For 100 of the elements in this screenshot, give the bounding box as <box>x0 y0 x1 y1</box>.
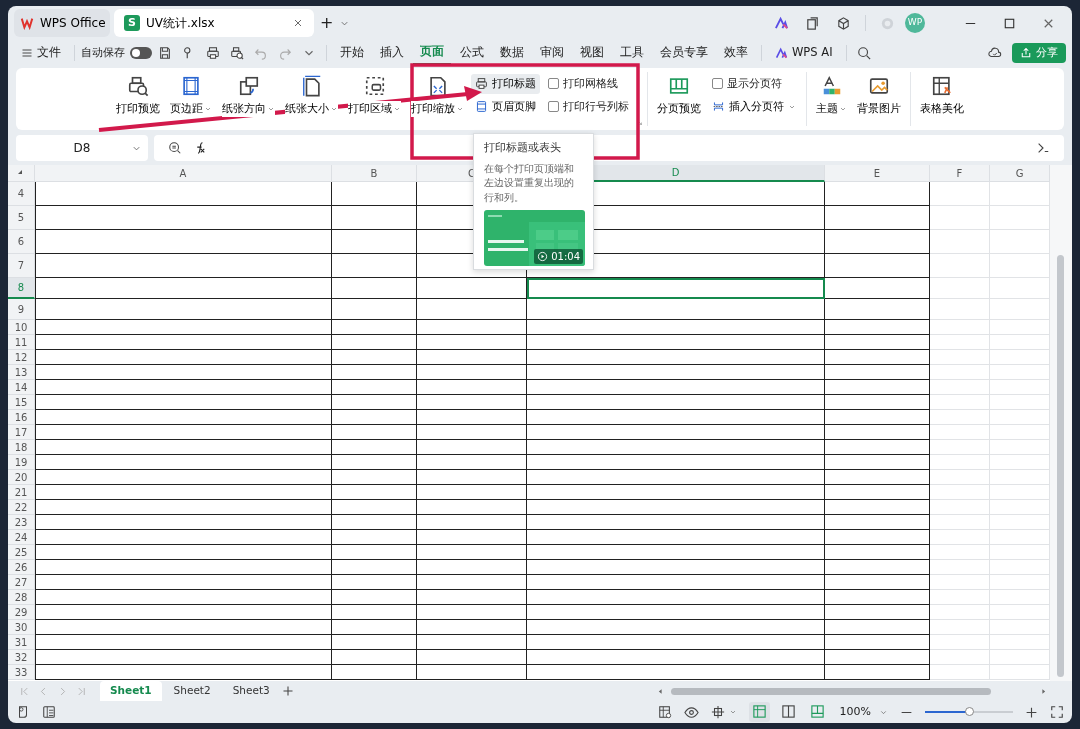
table-cell[interactable] <box>825 410 930 425</box>
row-header[interactable]: 29 <box>8 605 35 620</box>
table-cell[interactable] <box>417 665 527 680</box>
sheet-tab[interactable]: Sheet2 <box>163 681 221 701</box>
table-cell[interactable] <box>527 665 825 680</box>
row-header[interactable]: 6 <box>8 230 35 254</box>
row-header[interactable]: 8 <box>8 278 35 299</box>
table-cell[interactable] <box>417 620 527 635</box>
row-header[interactable]: 19 <box>8 455 35 470</box>
table-cell[interactable] <box>417 605 527 620</box>
save-icon[interactable] <box>158 46 172 60</box>
table-cell[interactable] <box>332 410 417 425</box>
table-cell[interactable] <box>35 365 332 380</box>
table-cell[interactable] <box>417 470 527 485</box>
table-cell[interactable] <box>332 206 417 230</box>
ribbon-button[interactable]: 主题 <box>813 72 850 120</box>
table-cell[interactable] <box>527 605 825 620</box>
table-cell[interactable] <box>417 320 527 335</box>
ribbon-button[interactable]: 打印标题 <box>471 74 540 94</box>
table-cell[interactable] <box>332 380 417 395</box>
table-cell[interactable] <box>825 575 930 590</box>
table-cell[interactable] <box>35 299 332 320</box>
table-cell[interactable] <box>825 380 930 395</box>
table-cell[interactable] <box>332 299 417 320</box>
row-header[interactable]: 7 <box>8 254 35 278</box>
ribbon-tab[interactable]: 工具 <box>613 42 651 64</box>
table-cell[interactable] <box>527 485 825 500</box>
table-cell[interactable] <box>527 560 825 575</box>
table-cell[interactable] <box>332 425 417 440</box>
ribbon-button[interactable]: 页边距 <box>167 72 215 120</box>
row-header[interactable]: 18 <box>8 440 35 455</box>
select-all-icon[interactable] <box>17 169 25 177</box>
column-header[interactable]: F <box>930 165 990 182</box>
table-cell[interactable] <box>35 560 332 575</box>
row-header[interactable]: 13 <box>8 365 35 380</box>
table-cell[interactable] <box>825 206 930 230</box>
table-cell[interactable] <box>332 635 417 650</box>
table-cell[interactable] <box>417 455 527 470</box>
table-cell[interactable] <box>825 470 930 485</box>
column-header[interactable]: B <box>332 165 417 182</box>
table-cell[interactable] <box>35 320 332 335</box>
table-cell[interactable] <box>417 425 527 440</box>
table-cell[interactable] <box>332 230 417 254</box>
share-button[interactable]: 分享 <box>1012 42 1066 64</box>
table-cell[interactable] <box>527 530 825 545</box>
table-cell[interactable] <box>332 365 417 380</box>
table-cell[interactable] <box>527 380 825 395</box>
ribbon-tab[interactable]: 页面 <box>413 41 451 65</box>
table-cell[interactable] <box>35 455 332 470</box>
table-cell[interactable] <box>825 440 930 455</box>
table-cell[interactable] <box>332 575 417 590</box>
table-cell[interactable] <box>332 470 417 485</box>
row-header[interactable]: 27 <box>8 575 35 590</box>
ribbon-tab[interactable]: 会员专享 <box>653 42 715 64</box>
table-cell[interactable] <box>417 440 527 455</box>
table-cell[interactable] <box>527 455 825 470</box>
checkbox-option[interactable]: 打印网格线 <box>544 74 633 94</box>
table-cell[interactable] <box>417 545 527 560</box>
table-cell[interactable] <box>35 575 332 590</box>
table-cell[interactable] <box>417 365 527 380</box>
table-cell[interactable] <box>35 515 332 530</box>
eye-icon[interactable] <box>683 704 699 720</box>
table-cell[interactable] <box>35 500 332 515</box>
macro-icon[interactable] <box>16 705 30 719</box>
table-cell[interactable] <box>417 530 527 545</box>
table-cell[interactable] <box>417 335 527 350</box>
table-cell[interactable] <box>332 530 417 545</box>
table-cell[interactable] <box>825 335 930 350</box>
row-header[interactable]: 23 <box>8 515 35 530</box>
add-sheet-icon[interactable] <box>281 685 294 697</box>
table-cell[interactable] <box>35 485 332 500</box>
row-header[interactable]: 22 <box>8 500 35 515</box>
table-cell[interactable] <box>35 545 332 560</box>
row-header[interactable]: 24 <box>8 530 35 545</box>
table-cell[interactable] <box>417 350 527 365</box>
table-cell[interactable] <box>35 440 332 455</box>
table-cell[interactable] <box>527 470 825 485</box>
table-cell[interactable] <box>527 320 825 335</box>
zoom-in-icon[interactable] <box>1025 705 1038 719</box>
table-cell[interactable] <box>825 515 930 530</box>
table-cell[interactable] <box>35 350 332 365</box>
table-cell[interactable] <box>332 605 417 620</box>
table-cell[interactable] <box>35 425 332 440</box>
name-box[interactable]: D8 <box>16 135 148 161</box>
search-icon[interactable] <box>856 46 871 60</box>
table-cell[interactable] <box>332 665 417 680</box>
table-cell[interactable] <box>417 380 527 395</box>
table-cell[interactable] <box>35 335 332 350</box>
ribbon-tab[interactable]: 审阅 <box>533 42 571 64</box>
table-cell[interactable] <box>825 545 930 560</box>
scrollbar-thumb[interactable] <box>670 687 991 695</box>
table-cell[interactable] <box>527 545 825 560</box>
table-cell[interactable] <box>332 545 417 560</box>
table-cell[interactable] <box>332 254 417 278</box>
table-cell[interactable] <box>527 410 825 425</box>
row-header[interactable]: 31 <box>8 635 35 650</box>
table-cell[interactable] <box>417 650 527 665</box>
row-header[interactable]: 5 <box>8 206 35 230</box>
selected-cell[interactable] <box>527 278 825 299</box>
table-cell[interactable] <box>417 395 527 410</box>
